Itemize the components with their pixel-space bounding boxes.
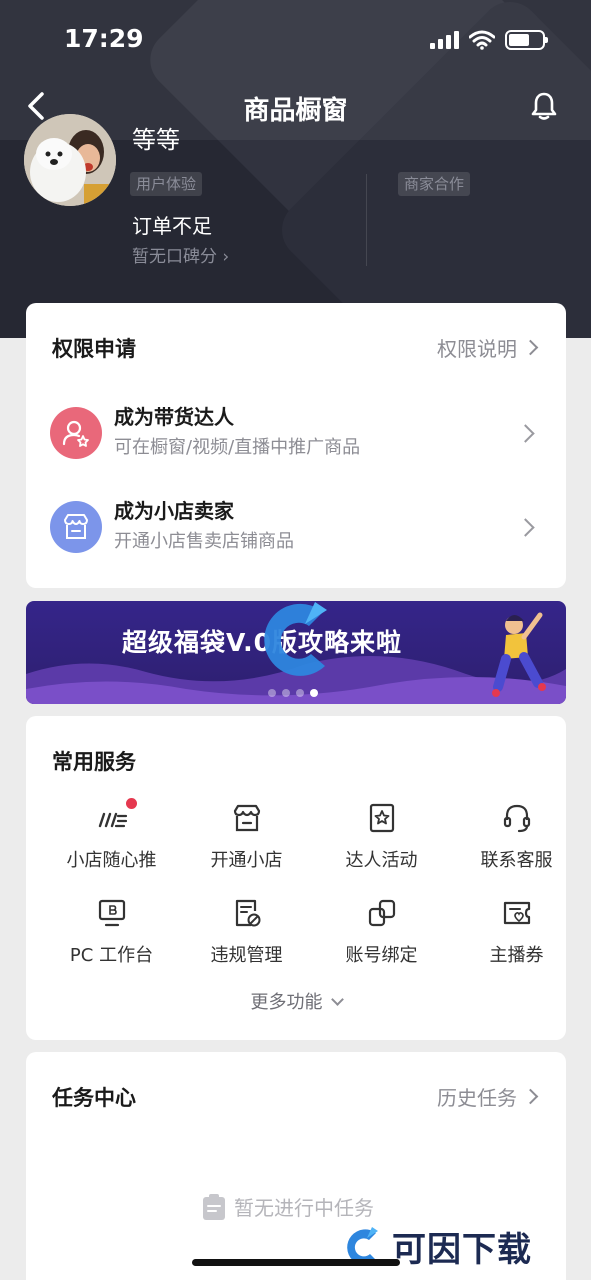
carousel-dot [282,689,290,697]
divider [366,174,367,266]
chevron-right-icon [522,339,539,356]
order-status: 订单不足 [132,214,212,238]
perm-subtitle: 开通小店售卖店铺商品 [114,531,294,552]
services-card: 常用服务 小店随心推 开通小店 达人活动 联系客服 PC 工作台 违规管理 账号… [26,716,566,1040]
services-title: 常用服务 [52,750,136,774]
signal-icon [430,31,459,49]
service-pc-workbench[interactable]: PC 工作台 [44,889,179,979]
permission-explain-link[interactable]: 权限说明 [437,333,539,362]
avatar[interactable] [24,114,116,206]
service-promote[interactable]: 小店随心推 [44,794,179,884]
chevron-down-icon [330,993,344,1006]
watermark-logo-icon [264,602,327,676]
avatar-image [24,114,116,206]
task-title: 任务中心 [52,1086,136,1110]
status-icons [430,28,548,52]
service-contact-support[interactable]: 联系客服 [449,794,584,884]
shop-icon [233,804,260,832]
perm-title: 成为小店卖家 [114,499,234,523]
empty-task-text: 暂无进行中任务 [234,1196,374,1220]
become-seller-row[interactable]: 成为小店卖家 开通小店售卖店铺商品 [26,489,566,579]
permission-title: 权限申请 [52,337,136,361]
task-history-link[interactable]: 历史任务 [437,1082,539,1111]
service-label: 违规管理 [210,945,283,966]
battery-icon [505,30,548,50]
become-influencer-row[interactable]: 成为带货达人 可在橱窗/视频/直播中推广商品 [26,395,566,485]
service-label: 账号绑定 [345,945,418,966]
clipboard-icon [203,1193,225,1220]
pc-icon [98,899,125,927]
service-violation-mgmt[interactable]: 违规管理 [179,889,314,979]
chevron-right-icon [516,424,535,443]
service-account-binding[interactable]: 账号绑定 [314,889,449,979]
home-indicator [192,1259,400,1266]
tag-merchant-coop: 商家合作 [398,172,471,196]
chevron-right-icon [522,1088,539,1105]
carousel-dot-active [310,689,318,697]
task-history-label: 历史任务 [437,1086,517,1110]
watermark-text: 可因下载 [392,1230,532,1270]
permission-explain-label: 权限说明 [437,337,517,361]
status-time: 17:29 [64,24,144,53]
more-features-label: 更多功能 [250,992,323,1013]
service-label: 小店随心推 [66,850,157,871]
violation-icon [235,899,260,927]
carousel-dot [296,689,304,697]
more-features-button[interactable]: 更多功能 [26,988,566,1014]
user-star-icon [50,407,102,459]
service-label: 达人活动 [345,850,418,871]
tag-user-experience: 用户体验 [130,172,203,196]
notification-dot [126,798,137,809]
service-label: 联系客服 [480,850,553,871]
promote-icon [98,812,127,828]
service-influencer-activity[interactable]: 达人活动 [314,794,449,884]
permission-card: 权限申请 权限说明 成为带货达人 可在橱窗/视频/直播中推广商品 成为小店卖家 … [26,303,566,588]
chevron-right-icon [516,518,535,537]
star-badge-icon [369,803,394,833]
carousel-dots [268,689,318,697]
bell-icon[interactable] [528,90,560,122]
dancer-illustration [492,612,546,697]
perm-subtitle: 可在橱窗/视频/直播中推广商品 [114,437,361,458]
service-label: 主播券 [489,945,544,966]
wifi-icon [469,30,495,50]
carousel-dot [268,689,276,697]
service-label: 开通小店 [210,850,283,871]
perm-title: 成为带货达人 [114,405,234,429]
service-label: PC 工作台 [69,945,154,966]
user-name: 等等 [132,126,180,154]
headset-icon [503,804,530,833]
profile-header: 17:29 商品橱窗 等等 用户体验 商家合作 订单不足 暂无口碑分 › [0,0,591,338]
service-anchor-coupon[interactable]: 主播券 [449,889,584,979]
link-icon [368,899,395,927]
coupon-icon [503,901,530,925]
empty-task-state: 暂无进行中任务 [202,1192,374,1221]
rating-link[interactable]: 暂无口碑分 › [132,242,229,267]
service-open-shop[interactable]: 开通小店 [179,794,314,884]
shop-icon [50,501,102,553]
